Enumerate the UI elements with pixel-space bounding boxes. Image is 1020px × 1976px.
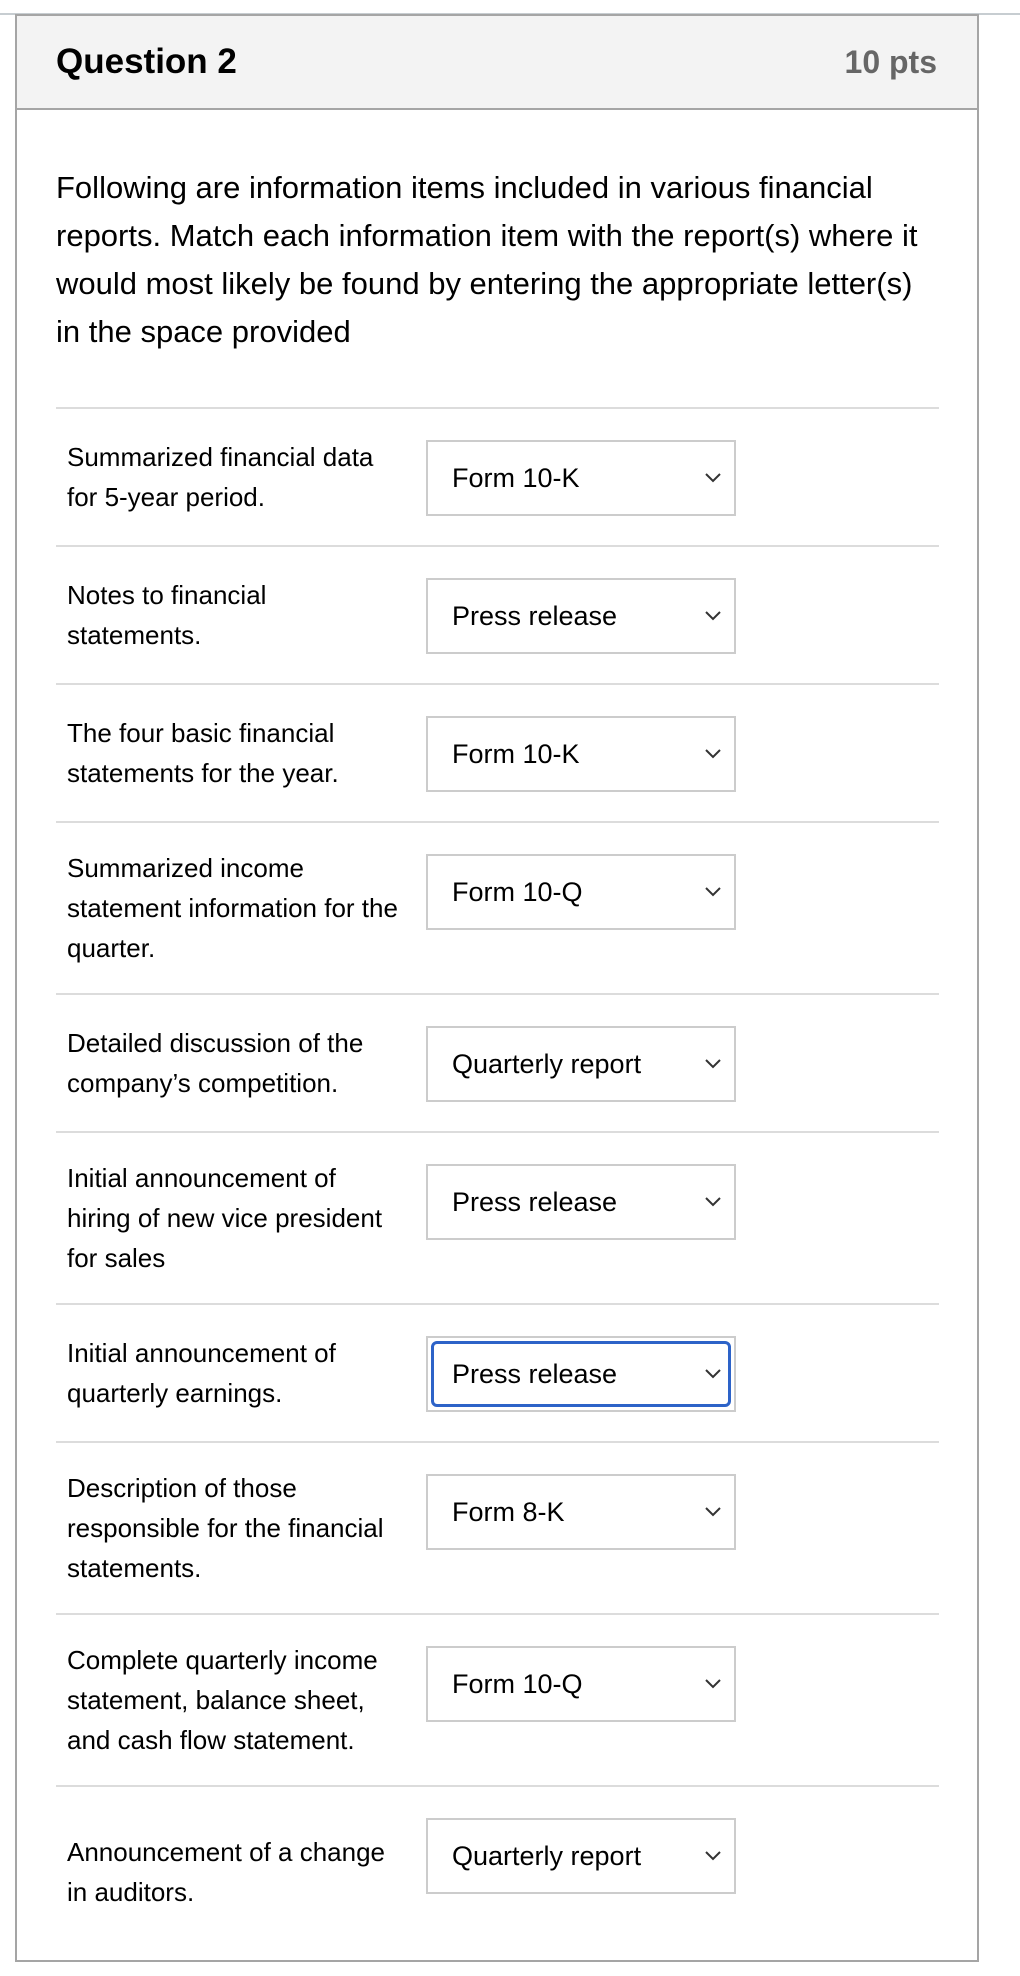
item-label: Complete quarterly income statement, bal… (67, 1645, 378, 1755)
matching-list: Summarized financial data for 5-year per… (56, 407, 939, 1957)
chevron-down-icon (704, 1506, 722, 1518)
report-select[interactable]: Press release (426, 578, 736, 654)
selected-value: Form 10-K (452, 738, 580, 769)
report-select[interactable]: Form 8-K (426, 1474, 736, 1550)
selected-value: Form 10-Q (452, 1668, 583, 1699)
chevron-down-icon (704, 748, 722, 760)
match-row: Complete quarterly income statement, bal… (56, 1613, 939, 1785)
report-select[interactable]: Press release (426, 1164, 736, 1240)
question-title: Question 2 (56, 42, 237, 81)
match-row: The four basic financial statements for … (56, 683, 939, 821)
selected-value: Form 10-K (452, 462, 580, 493)
report-select[interactable]: Quarterly report (426, 1818, 736, 1894)
match-row: Summarized income statement information … (56, 821, 939, 993)
match-row: Announcement of a change in auditors. Qua… (56, 1785, 939, 1957)
question-card: Question 2 10 pts Following are informat… (15, 14, 979, 1962)
match-row: Description of those responsible for the… (56, 1441, 939, 1613)
match-row: Initial announcement of quarterly earnin… (56, 1303, 939, 1441)
question-prompt: Following are information items included… (56, 170, 918, 349)
report-select[interactable]: Form 10-K (426, 440, 736, 516)
chevron-down-icon (704, 1850, 722, 1862)
selected-value: Press release (452, 600, 618, 631)
item-label: Notes to financial statements. (67, 580, 267, 650)
selected-value: Press release (452, 1358, 618, 1389)
chevron-down-icon (704, 1678, 722, 1690)
selected-value: Form 10-Q (452, 876, 583, 907)
report-select[interactable]: Form 10-Q (426, 1646, 736, 1722)
report-select[interactable]: Quarterly report (426, 1026, 736, 1102)
report-select[interactable]: Form 10-K (426, 716, 736, 792)
item-label: Initial announcement of hiring of new vi… (67, 1163, 383, 1273)
chevron-down-icon (704, 1058, 722, 1070)
item-label: Initial announcement of quarterly earnin… (67, 1338, 336, 1408)
report-select[interactable]: Press release (426, 1336, 736, 1412)
selected-value: Form 8-K (452, 1496, 565, 1527)
chevron-down-icon (704, 1196, 722, 1208)
chevron-down-icon (704, 472, 722, 484)
match-row: Notes to financial statements. Press rele… (56, 545, 939, 683)
match-row: Summarized financial data for 5-year per… (56, 407, 939, 545)
selected-value: Press release (452, 1186, 618, 1217)
chevron-down-icon (704, 1368, 722, 1380)
chevron-down-icon (704, 610, 722, 622)
match-row: Initial announcement of hiring of new vi… (56, 1131, 939, 1303)
question-header: Question 2 10 pts (17, 16, 977, 110)
item-label: Summarized financial data for 5-year per… (67, 442, 374, 512)
item-label: Detailed discussion of the company’s com… (67, 1028, 364, 1098)
selected-value: Quarterly report (452, 1048, 642, 1079)
report-select[interactable]: Form 10-Q (426, 854, 736, 930)
item-label: Announcement of a change in auditors. (67, 1837, 386, 1907)
item-label: Description of those responsible for the… (67, 1473, 384, 1583)
item-label: Summarized income statement information … (67, 853, 398, 963)
match-row: Detailed discussion of the company’s com… (56, 993, 939, 1131)
question-points: 10 pts (844, 43, 937, 80)
chevron-down-icon (704, 886, 722, 898)
item-label: The four basic financial statements for … (67, 718, 339, 788)
selected-value: Quarterly report (452, 1840, 642, 1871)
